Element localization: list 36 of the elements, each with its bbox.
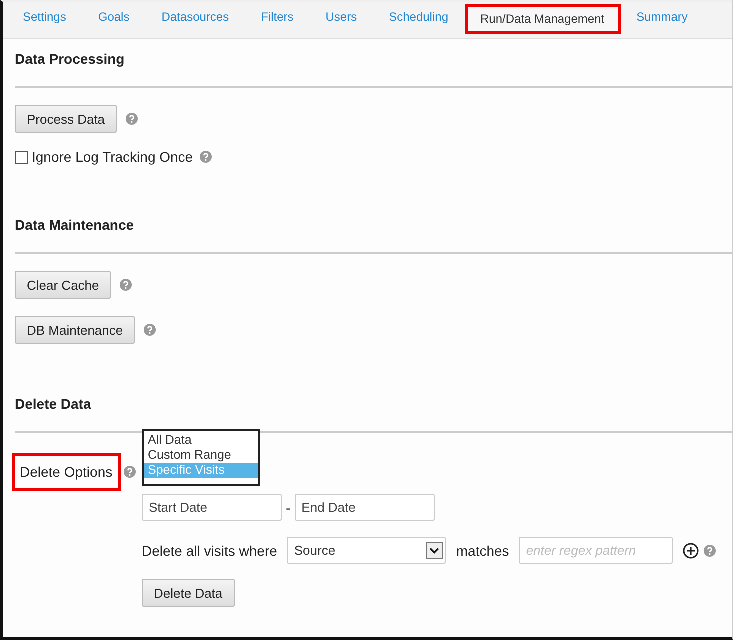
section-heading: Data Maintenance bbox=[15, 217, 136, 233]
maintenance-button[interactable]: Clear Cache bbox=[15, 271, 112, 299]
tab[interactable]: Settings bbox=[7, 2, 82, 32]
help-icon[interactable] bbox=[200, 151, 212, 163]
start-date-field[interactable]: Start Date bbox=[142, 494, 282, 521]
tab[interactable]: Summary bbox=[620, 2, 704, 32]
delete-options-listbox[interactable]: All Data Custom Range Specific Visits bbox=[142, 429, 260, 486]
delete-data-button[interactable]: Delete Data bbox=[142, 579, 235, 607]
section-heading: Delete Data bbox=[15, 396, 92, 412]
tab[interactable]: Users bbox=[310, 2, 374, 32]
checkbox-label: Ignore Log Tracking Once bbox=[32, 149, 194, 165]
field-select[interactable]: Source bbox=[287, 537, 446, 564]
help-icon[interactable] bbox=[144, 324, 156, 336]
listbox-option[interactable]: Custom Range bbox=[144, 448, 258, 463]
regex-field[interactable]: enter regex pattern bbox=[519, 537, 674, 564]
help-icon[interactable] bbox=[126, 113, 138, 125]
tab[interactable]: Run/Data Management bbox=[464, 4, 621, 34]
delete-options-label: Delete Options bbox=[12, 453, 121, 491]
tab[interactable]: Filters bbox=[245, 2, 310, 32]
where-label: Delete all visits where bbox=[142, 542, 278, 558]
matches-label: matches bbox=[456, 542, 510, 558]
caret-icon bbox=[426, 542, 444, 559]
maintenance-button[interactable]: DB Maintenance bbox=[15, 316, 136, 344]
section-heading: Data Processing bbox=[15, 51, 126, 67]
tab[interactable]: Datasources bbox=[146, 2, 246, 32]
process-data-button[interactable]: Process Data bbox=[15, 105, 118, 133]
checkbox[interactable] bbox=[15, 150, 28, 164]
help-icon[interactable] bbox=[124, 466, 136, 478]
add-icon[interactable] bbox=[683, 542, 700, 558]
listbox-option[interactable]: All Data bbox=[144, 433, 258, 448]
end-date-field[interactable]: End Date bbox=[294, 494, 435, 521]
help-icon[interactable] bbox=[120, 279, 132, 291]
help-icon[interactable] bbox=[704, 544, 716, 556]
tab[interactable]: Scheduling bbox=[373, 2, 464, 32]
date-separator: - bbox=[286, 500, 291, 516]
tab[interactable]: Goals bbox=[82, 2, 146, 32]
